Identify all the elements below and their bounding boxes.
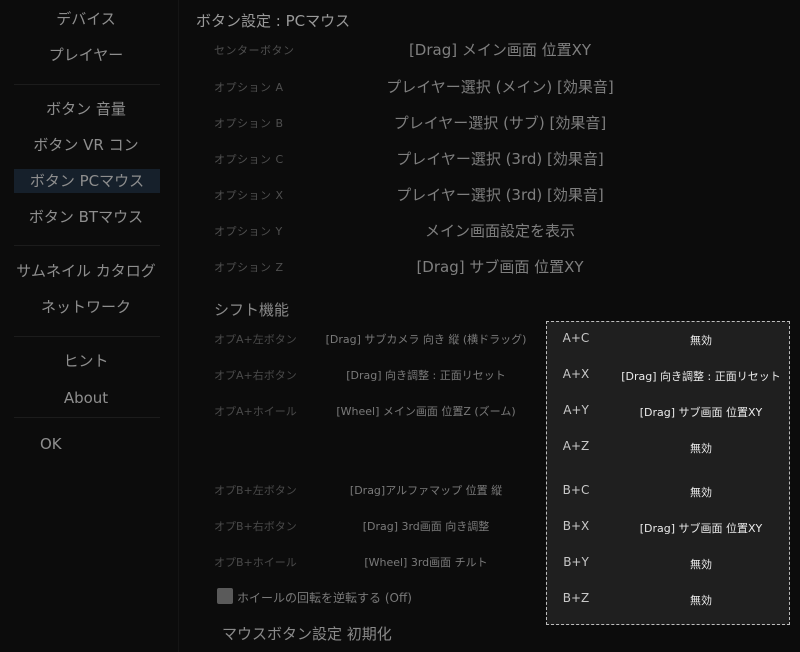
sidebar-item-player[interactable]: プレイヤー (0, 43, 172, 67)
row-value-option-a[interactable]: プレイヤー選択 (メイン) [効果音] (350, 76, 650, 97)
sidebar-separator (14, 417, 160, 418)
sidebar-item-button-pc-mouse[interactable]: ボタン PCマウス (14, 169, 160, 193)
row-label-option-x: オプション X (214, 189, 284, 202)
shift-label-a-wheel: オプA+ホイール (214, 405, 297, 418)
shift-value-a-wheel[interactable]: [Wheel] メイン画面 位置Z (ズーム) (306, 403, 546, 419)
shift-label-a-right: オプA+右ボタン (214, 369, 297, 382)
page-title: ボタン設定 : PCマウス (196, 12, 351, 30)
sidebar: デバイス プレイヤー ボタン 音量 ボタン VR コン ボタン PCマウス ボタ… (0, 0, 172, 652)
popup-key-a-z: A+Z (562, 439, 590, 453)
popup-key-a-y: A+Y (563, 403, 589, 417)
row-value-option-y[interactable]: メイン画面設定を表示 (350, 220, 650, 241)
shift-combination-popup: A+C 無効 A+X [Drag] 向き調整 : 正面リセット A+Y [Dra… (546, 321, 790, 625)
sidebar-item-device[interactable]: デバイス (0, 7, 172, 31)
sidebar-separator (14, 245, 160, 246)
popup-value-a-z[interactable]: 無効 (611, 440, 791, 456)
row-value-center-button[interactable]: [Drag] メイン画面 位置XY (350, 39, 650, 60)
popup-key-b-x: B+X (562, 519, 590, 533)
shift-label-a-left: オプA+左ボタン (214, 333, 297, 346)
row-value-option-z[interactable]: [Drag] サブ画面 位置XY (350, 256, 650, 277)
row-value-option-b[interactable]: プレイヤー選択 (サブ) [効果音] (350, 112, 650, 133)
popup-key-b-y: B+Y (563, 555, 589, 569)
shift-value-b-wheel[interactable]: [Wheel] 3rd画面 チルト (306, 554, 546, 570)
sidebar-separator (14, 336, 160, 337)
row-value-option-x[interactable]: プレイヤー選択 (3rd) [効果音] (350, 184, 650, 205)
shift-value-b-left[interactable]: [Drag]アルファマップ 位置 縦 (306, 482, 546, 498)
popup-key-a-x: A+X (562, 367, 590, 381)
shift-value-b-right[interactable]: [Drag] 3rd画面 向き調整 (306, 518, 546, 534)
popup-key-b-c: B+C (562, 483, 590, 497)
reset-mouse-settings-button[interactable]: マウスボタン設定 初期化 (222, 623, 392, 644)
ok-button[interactable]: OK (40, 432, 62, 456)
shift-label-b-right: オプB+右ボタン (214, 520, 297, 533)
popup-value-b-x[interactable]: [Drag] サブ画面 位置XY (611, 520, 791, 536)
popup-value-b-z[interactable]: 無効 (611, 592, 791, 608)
popup-value-b-y[interactable]: 無効 (611, 556, 791, 572)
sidebar-item-button-volume[interactable]: ボタン 音量 (0, 97, 172, 121)
sidebar-item-thumbnail-catalog[interactable]: サムネイル カタログ (0, 259, 172, 283)
popup-value-b-c[interactable]: 無効 (611, 484, 791, 500)
sidebar-separator (14, 84, 160, 85)
row-label-option-c: オプション C (214, 153, 284, 166)
shift-value-a-left[interactable]: [Drag] サブカメラ 向き 縦 (横ドラッグ) (306, 331, 546, 347)
row-value-option-c[interactable]: プレイヤー選択 (3rd) [効果音] (350, 148, 650, 169)
invert-wheel-label: ホイールの回転を逆転する (Off) (237, 591, 412, 605)
row-label-option-b: オプション B (214, 117, 284, 130)
row-label-option-y: オプション Y (214, 225, 283, 238)
sidebar-item-about[interactable]: About (0, 386, 172, 410)
invert-wheel-checkbox[interactable] (217, 588, 233, 604)
row-label-option-z: オプション Z (214, 261, 284, 274)
shift-value-a-right[interactable]: [Drag] 向き調整 : 正面リセット (306, 367, 546, 383)
shift-section-title: シフト機能 (214, 301, 290, 319)
popup-value-a-y[interactable]: [Drag] サブ画面 位置XY (611, 404, 791, 420)
row-label-center-button: センターボタン (214, 44, 295, 57)
popup-value-a-c[interactable]: 無効 (611, 332, 791, 348)
sidebar-item-button-bt-mouse[interactable]: ボタン BTマウス (0, 205, 172, 229)
popup-value-a-x[interactable]: [Drag] 向き調整 : 正面リセット (611, 368, 791, 384)
shift-label-b-left: オプB+左ボタン (214, 484, 297, 497)
sidebar-item-network[interactable]: ネットワーク (0, 295, 172, 319)
shift-label-b-wheel: オプB+ホイール (214, 556, 297, 569)
popup-key-b-z: B+Z (562, 591, 590, 605)
sidebar-item-hint[interactable]: ヒント (0, 349, 172, 373)
sidebar-item-button-vr-controller[interactable]: ボタン VR コン (0, 133, 172, 157)
sidebar-divider (178, 0, 179, 652)
row-label-option-a: オプション A (214, 81, 284, 94)
popup-key-a-c: A+C (562, 331, 590, 345)
